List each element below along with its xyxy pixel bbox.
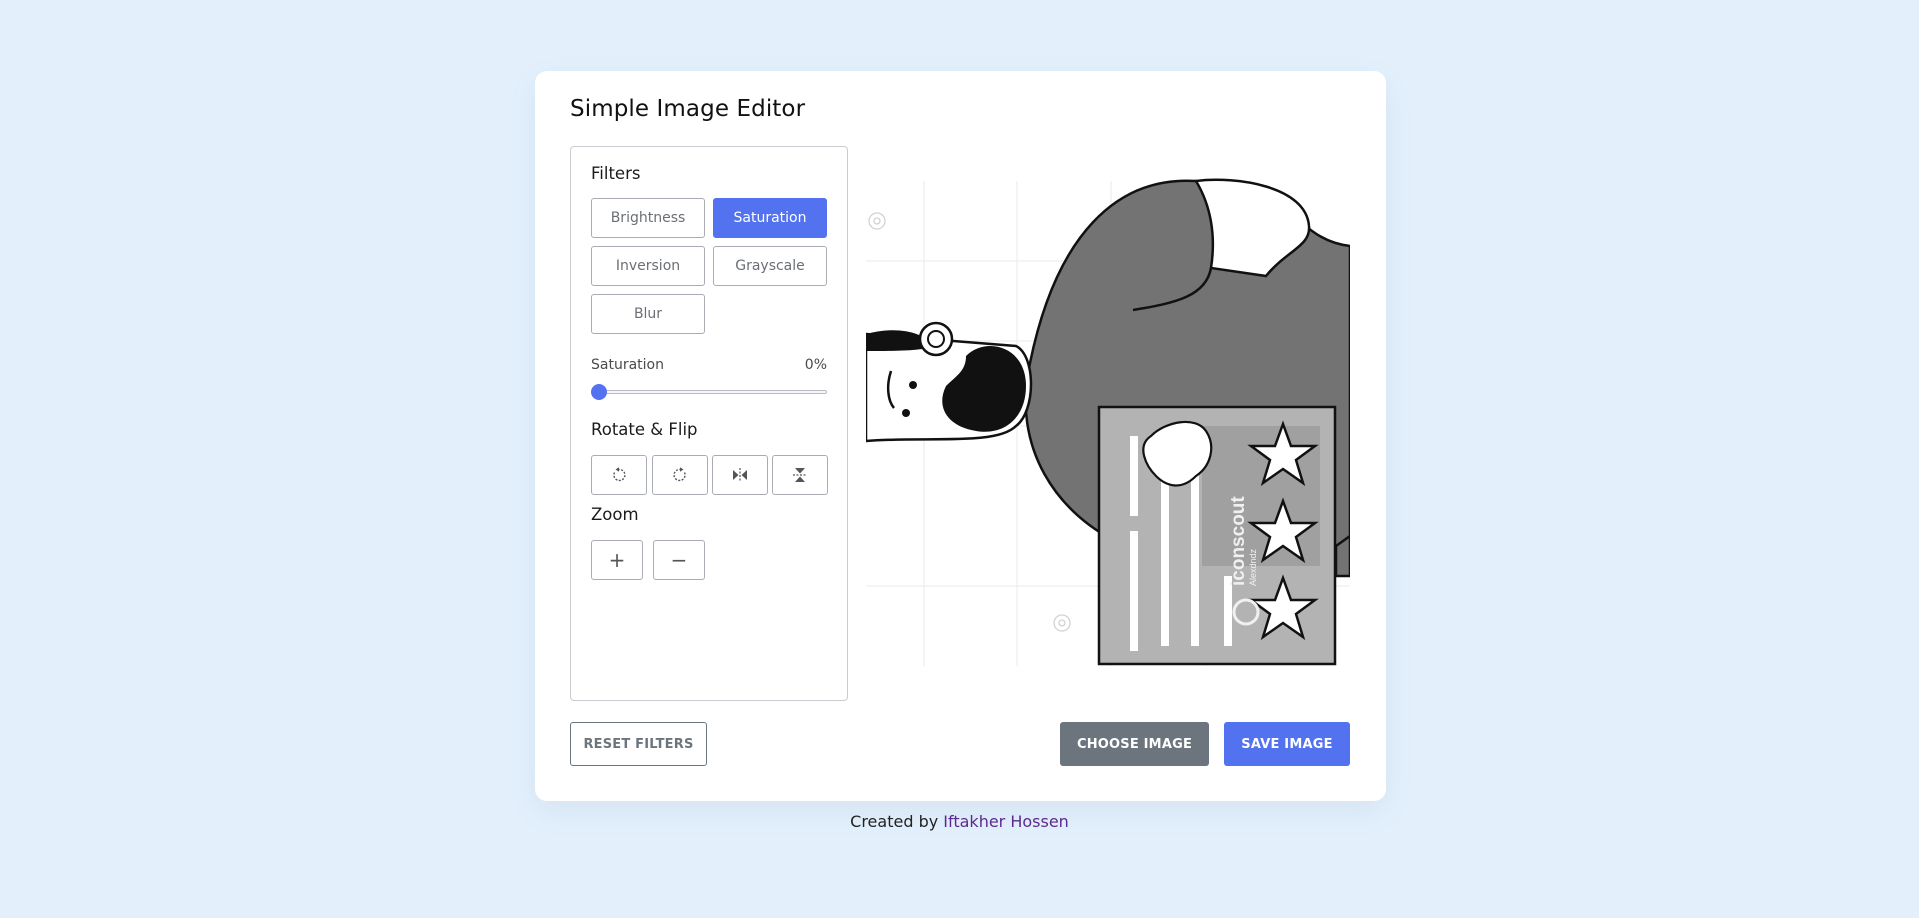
slider-value: 0%: [804, 357, 827, 373]
rotate-right-button[interactable]: [652, 455, 708, 495]
preview-illustration: iconscout Alexdndz: [866, 178, 1350, 666]
slider-name: Saturation: [591, 357, 664, 373]
zoom-in-button[interactable]: +: [591, 540, 643, 580]
editor-panel: Filters Brightness Saturation Inversion …: [570, 146, 848, 701]
slider-info: Saturation 0%: [591, 357, 827, 373]
zoom-heading: Zoom: [591, 505, 639, 524]
zoom-in-icon: +: [608, 548, 626, 572]
flip-vertical-icon: [793, 468, 807, 482]
svg-text:iconscout: iconscout: [1228, 496, 1249, 586]
footer-prefix: Created by: [850, 812, 939, 831]
zoom-out-button[interactable]: −: [653, 540, 705, 580]
footer-credit: Created by Iftakher Hossen: [0, 812, 1919, 831]
rotate-left-icon: [613, 467, 626, 482]
filter-slider-thumb[interactable]: [591, 384, 607, 400]
filter-grayscale-button[interactable]: Grayscale: [713, 246, 827, 286]
flip-vertical-button[interactable]: [772, 455, 828, 495]
editor-card: Simple Image Editor Filters Brightness S…: [535, 71, 1386, 801]
filter-saturation-button[interactable]: Saturation: [713, 198, 827, 238]
choose-image-button[interactable]: CHOOSE IMAGE: [1060, 722, 1209, 766]
zoom-out-icon: −: [670, 548, 688, 572]
rotate-flip-heading: Rotate & Flip: [591, 420, 698, 439]
flip-horizontal-icon: [733, 468, 747, 482]
page-title: Simple Image Editor: [570, 96, 806, 122]
filters-heading: Filters: [591, 164, 641, 183]
filter-blur-button[interactable]: Blur: [591, 294, 705, 334]
filter-brightness-button[interactable]: Brightness: [591, 198, 705, 238]
filter-slider-track[interactable]: [593, 390, 827, 394]
author-link[interactable]: Iftakher Hossen: [943, 812, 1069, 831]
rotate-right-icon: [673, 467, 686, 482]
rotate-left-button[interactable]: [591, 455, 647, 495]
reset-filters-button[interactable]: RESET FILTERS: [570, 722, 707, 766]
filter-inversion-button[interactable]: Inversion: [591, 246, 705, 286]
flip-horizontal-button[interactable]: [712, 455, 768, 495]
svg-text:Alexdndz: Alexdndz: [1248, 548, 1258, 586]
save-image-button[interactable]: SAVE IMAGE: [1224, 722, 1350, 766]
image-preview: iconscout Alexdndz: [866, 146, 1350, 701]
